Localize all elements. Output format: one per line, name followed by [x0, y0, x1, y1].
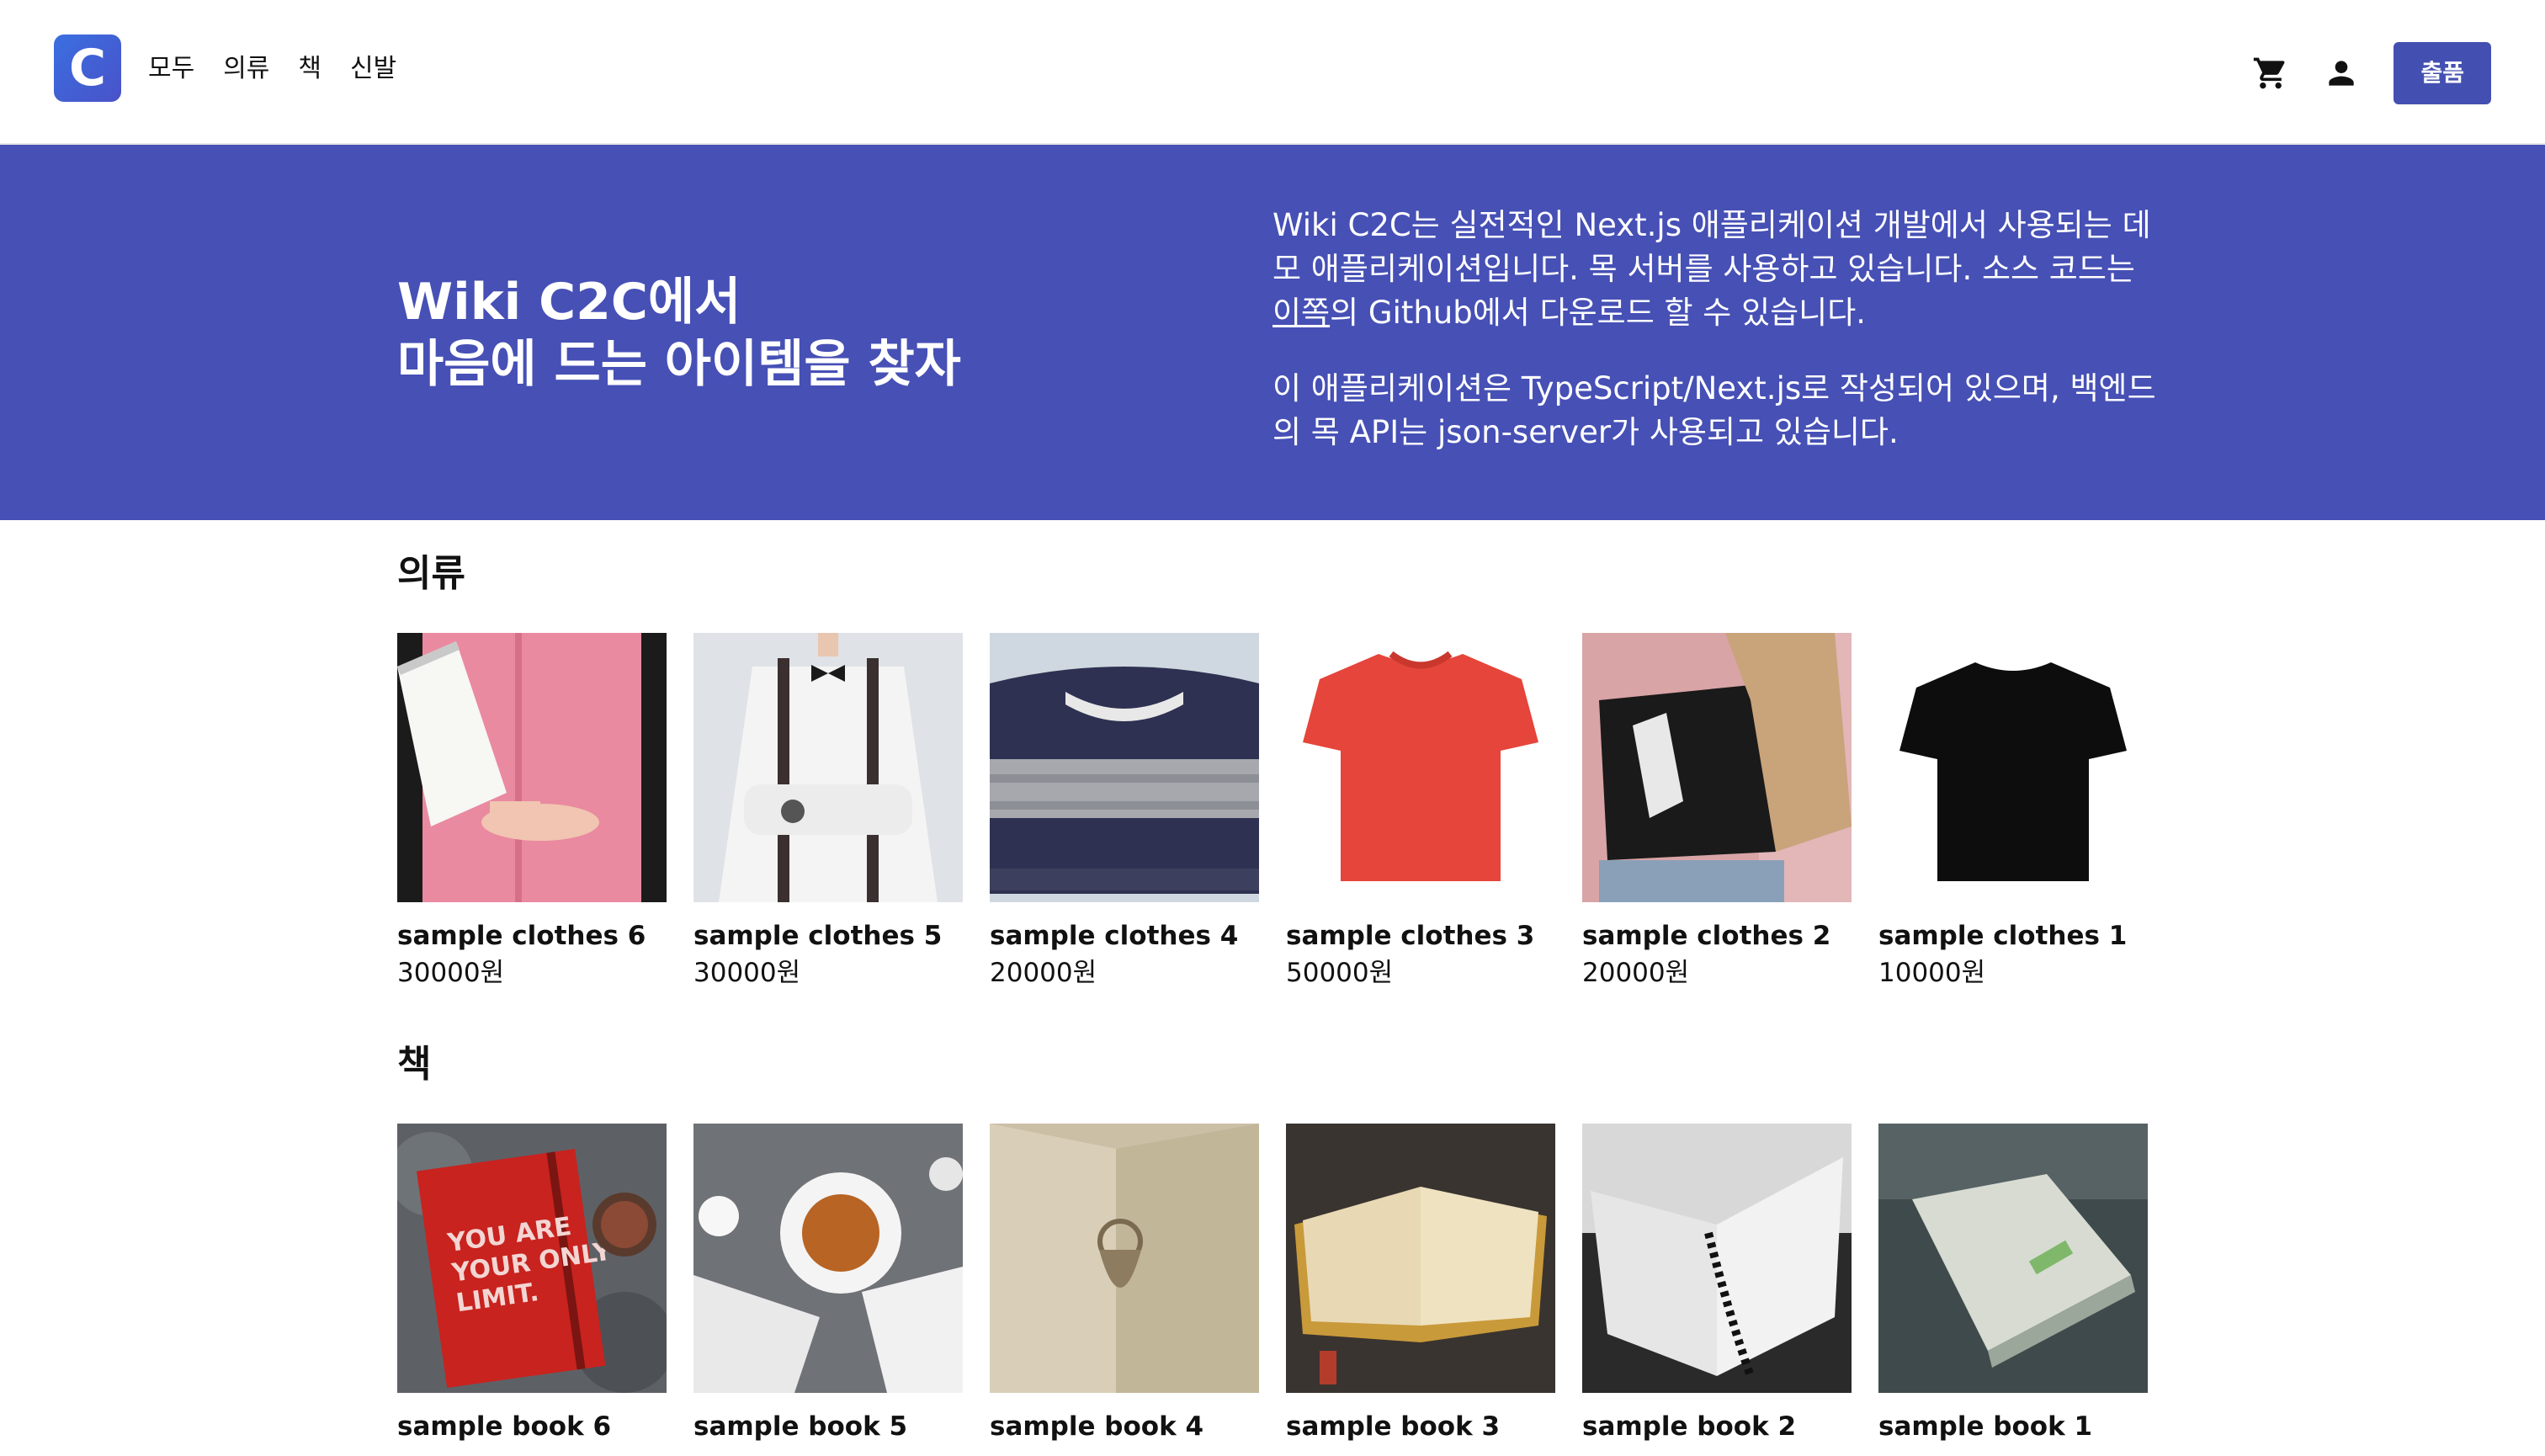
nav-link-shoes[interactable]: 신발 — [350, 50, 396, 88]
product-name: sample book 2 — [1582, 1411, 1797, 1442]
hero-paragraph-1-tail: 의 Github에서 다운로드 할 수 있습니다. — [1330, 295, 1867, 331]
product-image[interactable] — [1582, 633, 1852, 902]
shopping-cart-icon[interactable] — [2252, 55, 2289, 92]
product-image[interactable]: YOU ARE YOUR ONLY LIMIT. — [397, 1124, 667, 1393]
site-header: C 모두 의류 책 신발 출품 — [0, 0, 2545, 145]
product-card[interactable]: sample book 1 — [1878, 1124, 2148, 1445]
nav-link-clothes[interactable]: 의류 — [223, 50, 269, 88]
product-card[interactable]: sample clothes 2 20000원 — [1582, 633, 1852, 991]
product-card[interactable]: sample book 3 — [1286, 1124, 1555, 1445]
product-card[interactable]: sample clothes 3 50000원 — [1286, 633, 1555, 991]
section-clothes: 의류 sample clothes 6 30000원 sample clothe… — [397, 549, 2165, 991]
product-list: sample clothes 6 30000원 sample clothes 5 — [397, 633, 2165, 991]
product-image[interactable] — [397, 633, 667, 902]
product-name: sample clothes 5 — [693, 921, 943, 951]
person-icon[interactable] — [2323, 55, 2360, 92]
section-title: 의류 — [397, 552, 465, 595]
section-books: 책 YOU ARE YOUR ONLY LIMIT. sample book 6… — [397, 1039, 2165, 1445]
logo[interactable]: C — [54, 35, 121, 102]
hero-paragraph-1-text: Wiki C2C는 실전적인 Next.js 애플리케이션 개발에서 사용되는 … — [1272, 207, 2151, 287]
product-name: sample clothes 6 — [397, 921, 646, 951]
product-price: 30000원 — [397, 958, 505, 988]
product-image[interactable] — [990, 633, 1259, 902]
product-price: 10000원 — [1878, 958, 1986, 988]
product-image[interactable] — [1878, 633, 2148, 902]
product-card[interactable]: sample clothes 4 20000원 — [990, 633, 1259, 991]
nav-link-all[interactable]: 모두 — [148, 50, 194, 88]
product-price: 20000원 — [990, 958, 1097, 988]
product-card[interactable]: sample book 2 — [1582, 1124, 1852, 1445]
hero-title-line1: Wiki C2C에서 — [397, 273, 741, 332]
product-name: sample clothes 3 — [1286, 921, 1535, 951]
hero-title-line2: 마음에 드는 아이템을 찾자 — [397, 335, 961, 394]
product-image[interactable] — [693, 1124, 963, 1393]
product-name: sample book 4 — [990, 1411, 1204, 1442]
section-title: 책 — [397, 1043, 432, 1086]
product-price: 50000원 — [1286, 958, 1394, 988]
product-name: sample clothes 1 — [1878, 921, 2128, 951]
product-card[interactable]: sample clothes 1 10000원 — [1878, 633, 2148, 991]
product-name: sample book 6 — [397, 1411, 612, 1442]
main-nav: 모두 의류 책 신발 — [148, 50, 396, 88]
nav-link-books[interactable]: 책 — [298, 50, 321, 88]
product-price: 20000원 — [1582, 958, 1690, 988]
product-image[interactable] — [1286, 1124, 1555, 1393]
submit-item-button[interactable]: 출품 — [2394, 42, 2491, 104]
product-image[interactable] — [990, 1124, 1259, 1393]
header-actions: 출품 — [2252, 42, 2491, 104]
product-image[interactable] — [1582, 1124, 1852, 1393]
hero-paragraph-1: Wiki C2C는 실전적인 Next.js 애플리케이션 개발에서 사용되는 … — [1272, 204, 2156, 335]
hero-description: Wiki C2C는 실전적인 Next.js 애플리케이션 개발에서 사용되는 … — [1272, 204, 2156, 486]
product-image[interactable] — [693, 633, 963, 902]
product-name: sample book 5 — [693, 1411, 908, 1442]
product-image[interactable] — [1286, 633, 1555, 902]
product-name: sample book 1 — [1878, 1411, 2093, 1442]
product-card[interactable]: sample clothes 6 30000원 — [397, 633, 667, 991]
hero-banner: Wiki C2C에서 마음에 드는 아이템을 찾자 Wiki C2C는 실전적인… — [0, 145, 2545, 520]
product-card[interactable]: sample clothes 5 30000원 — [693, 633, 963, 991]
product-price: 30000원 — [693, 958, 801, 988]
product-card[interactable]: YOU ARE YOUR ONLY LIMIT. sample book 6 — [397, 1124, 667, 1445]
product-name: sample clothes 2 — [1582, 921, 1831, 951]
product-name: sample book 3 — [1286, 1411, 1501, 1442]
product-card[interactable]: sample book 4 — [990, 1124, 1259, 1445]
product-card[interactable]: sample book 5 — [693, 1124, 963, 1445]
hero-title: Wiki C2C에서 마음에 드는 아이템을 찾자 — [397, 271, 1155, 396]
product-image[interactable] — [1878, 1124, 2148, 1393]
product-name: sample clothes 4 — [990, 921, 1239, 951]
product-list: YOU ARE YOUR ONLY LIMIT. sample book 6 s… — [397, 1124, 2165, 1445]
hero-paragraph-2: 이 애플리케이션은 TypeScript/Next.js로 작성되어 있으며, … — [1272, 370, 2156, 450]
github-link[interactable]: 이쪽 — [1272, 295, 1330, 331]
